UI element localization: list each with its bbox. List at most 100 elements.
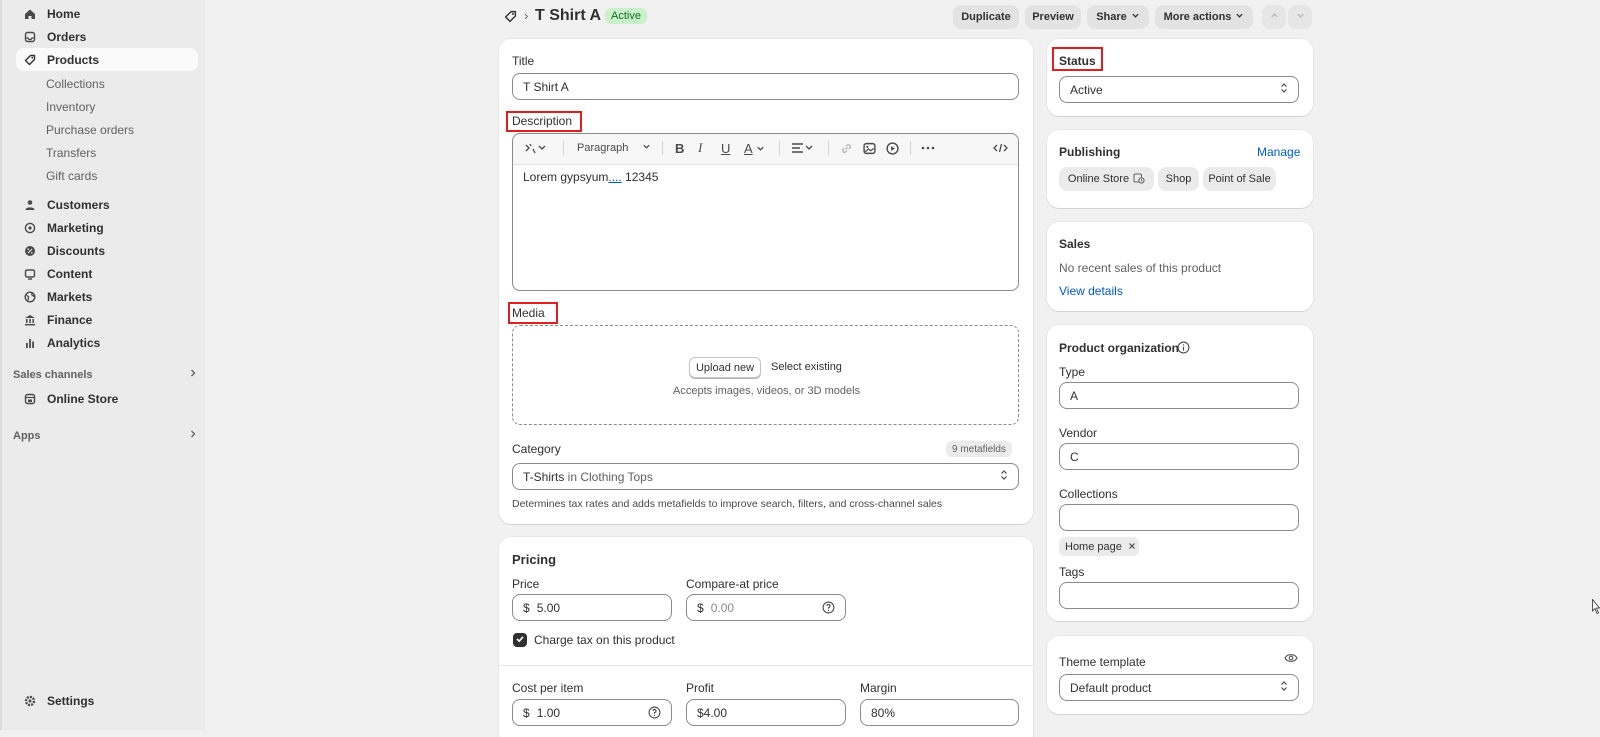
inbox-icon — [22, 29, 38, 45]
nav-content[interactable]: Content — [16, 262, 198, 285]
title-label: Title — [512, 54, 535, 68]
tags-input[interactable] — [1059, 582, 1299, 609]
description-editor[interactable]: Lorem gypsyum.... 12345 — [512, 133, 1019, 291]
channel-shop[interactable]: Shop — [1158, 167, 1199, 191]
duplicate-button[interactable]: Duplicate — [953, 5, 1019, 29]
sales-text: No recent sales of this product — [1059, 261, 1222, 275]
more-actions-button[interactable]: More actions — [1155, 5, 1253, 29]
nav-gift-cards[interactable]: Gift cards — [46, 169, 97, 183]
publishing-label: Publishing — [1059, 145, 1121, 159]
select-arrows-icon — [1280, 82, 1288, 97]
metafields-badge[interactable]: 9 metafields — [946, 441, 1012, 457]
align-icon[interactable] — [791, 140, 815, 156]
nav-markets-label: Markets — [47, 289, 93, 304]
sales-channels-section[interactable]: Sales channels — [13, 368, 198, 381]
status-select[interactable]: Active — [1059, 76, 1299, 103]
close-icon[interactable] — [1128, 541, 1136, 553]
help-circle-icon[interactable] — [822, 601, 835, 617]
nav-products[interactable]: Products — [16, 48, 198, 71]
nav-collections[interactable]: Collections — [46, 77, 105, 91]
category-value: T-Shirts in Clothing Tops — [523, 470, 653, 484]
nav-analytics[interactable]: Analytics — [16, 331, 198, 354]
apps-section[interactable]: Apps — [13, 429, 198, 442]
price-label: Price — [512, 577, 540, 591]
description-link[interactable]: .... — [608, 170, 621, 184]
compare-value: 0.00 — [710, 600, 735, 615]
toolbar-divider — [828, 141, 829, 155]
video-icon[interactable] — [886, 140, 899, 156]
category-select[interactable]: T-Shirts in Clothing Tops — [512, 463, 1019, 490]
chevron-down-icon — [1235, 11, 1244, 23]
manage-link[interactable]: Manage — [1257, 145, 1300, 159]
nav-orders[interactable]: Orders — [16, 25, 198, 48]
italic-icon[interactable]: I — [698, 140, 702, 156]
type-input[interactable]: A — [1059, 382, 1299, 409]
nav-home[interactable]: Home — [16, 2, 198, 25]
title-input[interactable]: T Shirt A — [512, 73, 1019, 100]
more-actions-label: More actions — [1163, 11, 1232, 23]
margin-label: Margin — [860, 681, 897, 695]
media-dropzone[interactable] — [512, 325, 1019, 425]
theme-template-value: Default product — [1070, 680, 1152, 695]
tag-icon[interactable] — [504, 10, 517, 26]
preview-button[interactable]: Preview — [1025, 5, 1081, 29]
theme-template-label: Theme template — [1059, 655, 1146, 669]
code-icon[interactable] — [993, 140, 1008, 156]
category-path: in Clothing Tops — [564, 469, 653, 484]
nav-marketing[interactable]: Marketing — [16, 216, 198, 239]
collections-input[interactable] — [1059, 504, 1299, 531]
underline-icon[interactable]: U — [721, 140, 730, 156]
vendor-input[interactable]: C — [1059, 443, 1299, 470]
nav-customers[interactable]: Customers — [16, 193, 198, 216]
bold-icon[interactable]: B — [675, 140, 684, 156]
price-currency: $ — [523, 600, 530, 615]
share-button[interactable]: Share — [1087, 5, 1149, 29]
preview-label: Preview — [1032, 11, 1074, 23]
nav-settings[interactable]: Settings — [16, 689, 198, 712]
pricing-heading: Pricing — [512, 552, 557, 567]
text-color-icon[interactable]: A — [744, 140, 765, 156]
chevron-down-icon — [1296, 11, 1305, 23]
nav-markets[interactable]: Markets — [16, 285, 198, 308]
bar-chart-icon — [22, 335, 38, 351]
chevron-up-icon — [1270, 11, 1279, 23]
nav-inventory[interactable]: Inventory — [46, 100, 95, 114]
channel-online-store[interactable]: Online Store — [1059, 167, 1154, 191]
upload-new-button[interactable]: Upload new — [689, 357, 761, 378]
apps-label: Apps — [13, 429, 41, 442]
nav-transfers[interactable]: Transfers — [46, 146, 96, 160]
next-product-button[interactable] — [1288, 5, 1312, 29]
profit-field: $4.00 — [686, 699, 846, 726]
sales-label: Sales — [1059, 237, 1091, 251]
info-icon[interactable] — [1177, 341, 1190, 357]
status-badge: Active — [605, 8, 647, 24]
toolbar-divider — [910, 141, 911, 155]
theme-template-select[interactable]: Default product — [1059, 674, 1299, 701]
nav-finance-label: Finance — [47, 312, 93, 327]
cost-input[interactable]: $1.00 — [512, 699, 672, 726]
tag-icon — [22, 52, 38, 68]
charge-tax-checkbox[interactable] — [513, 633, 527, 647]
eye-icon[interactable] — [1284, 652, 1298, 667]
collection-tag: Home page — [1059, 537, 1139, 556]
nav-discounts[interactable]: Discounts — [16, 239, 198, 262]
description-text: Lorem gypsyum — [523, 170, 609, 184]
select-existing-link[interactable]: Select existing — [771, 361, 842, 373]
link-icon[interactable] — [840, 140, 853, 156]
view-details-link[interactable]: View details — [1059, 284, 1123, 298]
nav-finance[interactable]: Finance — [16, 308, 198, 331]
image-icon[interactable] — [863, 140, 876, 156]
description-content[interactable]: Lorem gypsyum.... 12345 — [523, 170, 658, 184]
compare-at-input[interactable]: $0.00 — [686, 594, 846, 621]
more-horizontal-icon[interactable] — [921, 140, 935, 156]
channel-point-of-sale[interactable]: Point of Sale — [1203, 167, 1276, 191]
nav-online-store[interactable]: Online Store — [16, 387, 198, 410]
paragraph-select[interactable]: Paragraph — [577, 140, 651, 156]
magic-format-icon[interactable] — [524, 140, 548, 156]
nav-purchase-orders[interactable]: Purchase orders — [46, 123, 134, 137]
price-input[interactable]: $5.00 — [512, 594, 672, 621]
help-circle-icon[interactable] — [648, 706, 661, 722]
toolbar-divider — [563, 141, 564, 155]
charge-tax-label[interactable]: Charge tax on this product — [534, 633, 675, 647]
previous-product-button[interactable] — [1262, 5, 1286, 29]
